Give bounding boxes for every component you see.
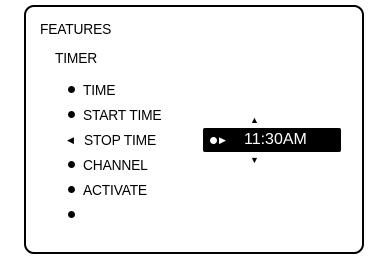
timer-menu-list: TIME START TIME ◀ STOP TIME CHANNEL ACTIV… [66,78,168,228]
stop-time-value-field[interactable]: ▶ 11:30AM [203,128,341,152]
menu-item-channel[interactable]: CHANNEL [66,153,168,178]
menu-item-empty[interactable] [66,203,168,228]
menu-item-label: START TIME [83,107,162,124]
bullet-icon [66,203,83,228]
up-arrow-icon[interactable]: ▲ [250,115,259,125]
menu-item-label: ACTIVATE [83,182,147,199]
down-arrow-icon[interactable]: ▼ [250,155,259,165]
menu-item-label: STOP TIME [84,132,156,149]
left-pointer-icon: ◀ [67,135,74,145]
bullet-icon [66,78,83,103]
bullet-icon [66,178,83,203]
stop-time-value: 11:30AM [244,131,307,148]
bullet-icon [66,153,83,178]
menu-item-activate[interactable]: ACTIVATE [66,178,168,203]
menu-item-start-time[interactable]: START TIME [66,103,168,128]
menu-item-time[interactable]: TIME [66,78,168,103]
selection-cursor-icon: ▶ [210,135,232,146]
menu-subheading: TIMER [55,50,98,67]
menu-item-label: TIME [83,82,116,99]
bullet-icon [66,103,83,128]
menu-heading: FEATURES [40,21,112,38]
menu-item-label: CHANNEL [83,157,148,174]
menu-item-stop-time[interactable]: ◀ STOP TIME [66,128,168,153]
